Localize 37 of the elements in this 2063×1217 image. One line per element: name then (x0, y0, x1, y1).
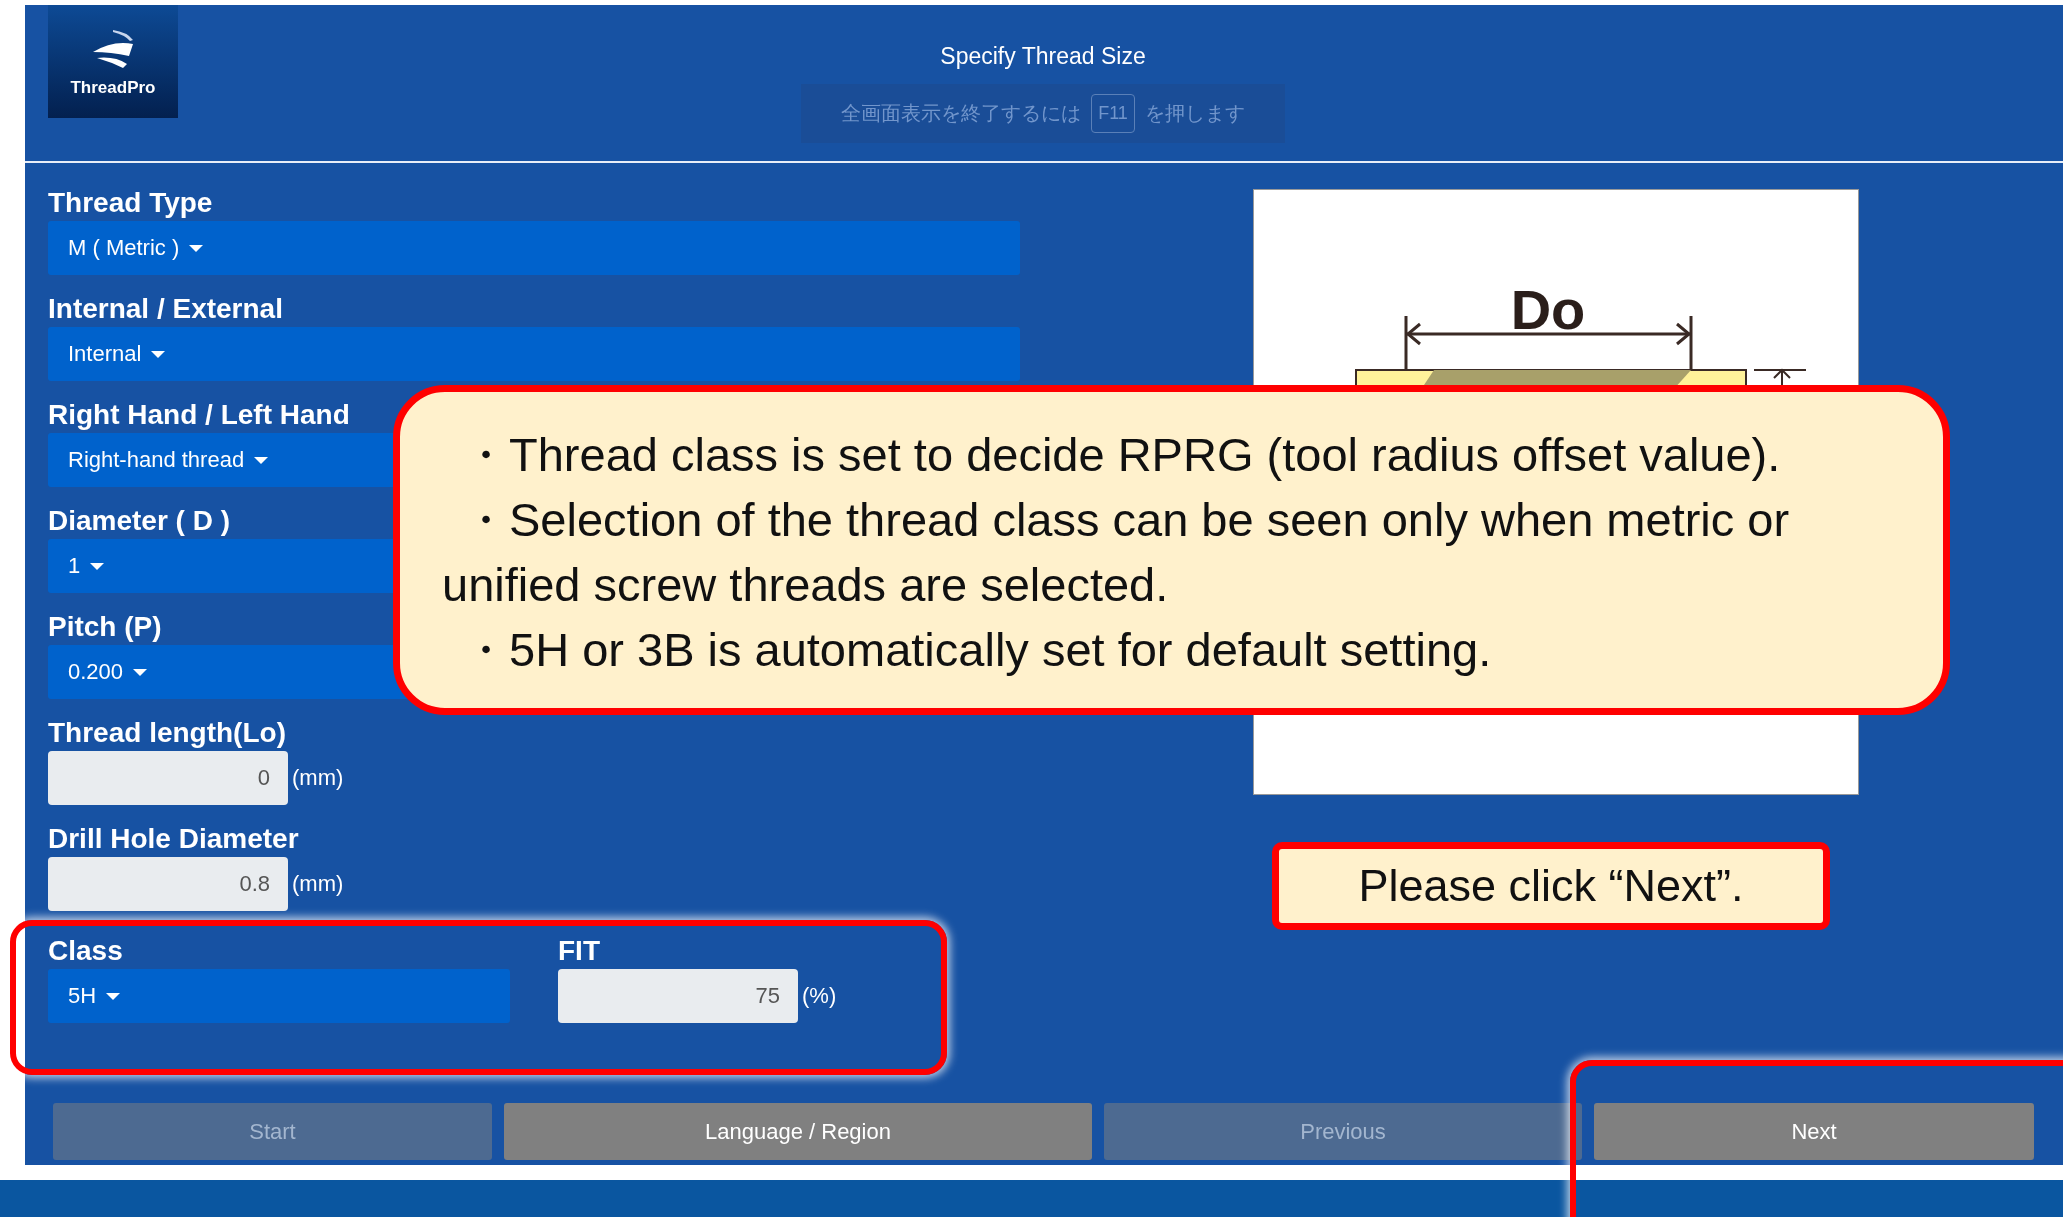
caret-icon (133, 668, 148, 676)
field-label: Internal / External (48, 292, 283, 326)
caret-icon (254, 456, 269, 464)
unit-label: (%) (802, 983, 837, 1009)
caret-icon (151, 350, 166, 358)
field-label: Right Hand / Left Hand (48, 398, 350, 432)
logo-text: ThreadPro (70, 77, 156, 98)
dropdown[interactable]: M ( Metric ) (48, 221, 1020, 275)
caret-icon (90, 562, 105, 570)
number-field[interactable]: 0 (48, 751, 288, 805)
field-label: Thread Type (48, 186, 213, 220)
field-label: Diameter ( D ) (48, 504, 231, 538)
caret-icon (106, 992, 121, 1000)
dropdown[interactable]: 5H (48, 969, 510, 1023)
callout-text: ・Thread class is set to decide RPRG (tool radius offset value). (462, 427, 1782, 483)
field-label: Class (48, 934, 123, 968)
field-label: Pitch (P) (48, 610, 162, 644)
key-label: F11 (1091, 94, 1135, 133)
number-field[interactable]: 75 (558, 969, 798, 1023)
callout-text: ・5H or 3B is automatically set for default setting. (462, 622, 1493, 678)
callout-text: unified screw threads are selected. (442, 557, 1170, 613)
unit-label: (mm) (292, 871, 344, 897)
dimension-label: Do (1510, 278, 1586, 341)
callout-text: ・Selection of the thread class can be seen only when metric or (462, 492, 1791, 548)
field-label: Thread length(Lo) (48, 716, 286, 750)
hint-text: 全画面表示を終了するには (841, 101, 1082, 126)
nav-button[interactable]: Next (1594, 1103, 2034, 1160)
page-title: Specify Thread Size (940, 43, 1146, 70)
caret-icon (189, 244, 204, 252)
callout-text: Please click “Next”. (1358, 860, 1744, 912)
number-field[interactable]: 0.8 (48, 857, 288, 911)
dropdown[interactable]: Internal (48, 327, 1020, 381)
field-label: Drill Hole Diameter (48, 822, 299, 856)
hint-text: を押します (1144, 101, 1245, 126)
field-label: FIT (558, 934, 600, 968)
unit-label: (mm) (292, 765, 344, 791)
nav-button[interactable]: Language / Region (504, 1103, 1092, 1160)
